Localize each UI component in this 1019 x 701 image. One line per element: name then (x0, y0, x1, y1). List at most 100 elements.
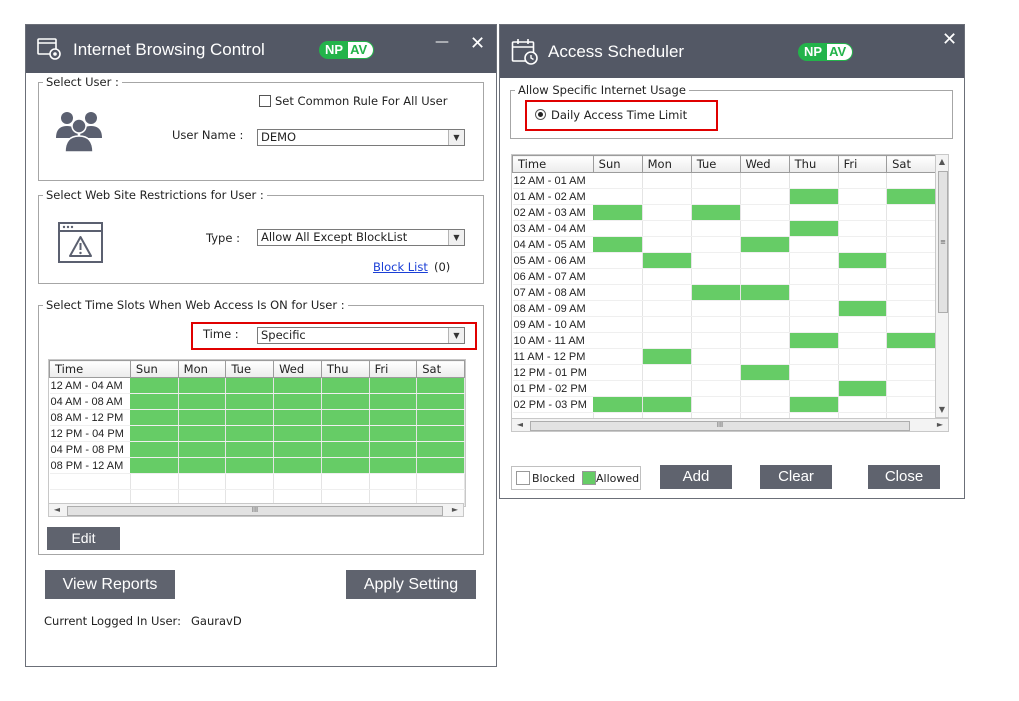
vertical-scrollbar[interactable]: ▲ ≡ ▼ (935, 154, 949, 418)
slot-cell-wed[interactable] (273, 457, 322, 474)
slot-cell-tue[interactable] (225, 409, 275, 426)
slot-cell-wed[interactable] (740, 236, 790, 253)
slot-cell-fri[interactable] (838, 396, 888, 413)
slot-cell-thu[interactable] (321, 425, 370, 442)
slot-cell-sat[interactable] (886, 300, 936, 317)
slot-cell-tue[interactable] (225, 393, 275, 410)
slot-cell-mon[interactable] (642, 236, 692, 253)
slot-cell-tue[interactable] (691, 172, 741, 189)
slot-cell-thu[interactable] (789, 220, 839, 237)
slot-cell-sat[interactable] (416, 393, 465, 410)
slot-cell-thu[interactable] (789, 204, 839, 221)
slot-cell-wed[interactable] (273, 393, 322, 410)
slot-cell-mon[interactable] (178, 457, 227, 474)
slot-cell-fri[interactable] (369, 409, 418, 426)
slot-cell-mon[interactable] (642, 396, 692, 413)
slot-cell-tue[interactable] (691, 236, 741, 253)
slot-cell-wed[interactable] (740, 204, 790, 221)
slot-cell-sat[interactable] (886, 380, 936, 397)
slot-cell-wed[interactable] (740, 316, 790, 333)
slot-cell-sun[interactable] (130, 377, 179, 394)
slot-cell-thu[interactable] (789, 300, 839, 317)
slot-cell-sun[interactable] (593, 332, 643, 349)
slot-cell-sat[interactable] (416, 425, 465, 442)
slot-cell-mon[interactable] (178, 425, 227, 442)
slot-cell-fri[interactable] (838, 172, 888, 189)
slot-cell-tue[interactable] (691, 300, 741, 317)
slot-cell-sun[interactable] (593, 188, 643, 205)
scroll-left-icon[interactable]: ◄ (51, 504, 63, 516)
slot-cell-fri[interactable] (838, 220, 888, 237)
slot-cell-fri[interactable] (838, 236, 888, 253)
slot-cell-sun[interactable] (593, 252, 643, 269)
horizontal-scrollbar[interactable]: ◄ III ► (48, 503, 464, 517)
slot-cell-wed[interactable] (740, 172, 790, 189)
slot-cell-sat[interactable] (416, 377, 465, 394)
common-rule-checkbox[interactable] (259, 95, 271, 107)
slot-cell-wed[interactable] (273, 409, 322, 426)
minimize-button[interactable]: — (435, 33, 449, 51)
slot-cell-fri[interactable] (369, 457, 418, 474)
slot-cell-tue[interactable] (691, 316, 741, 333)
slot-cell-sun[interactable] (593, 284, 643, 301)
slot-cell-mon[interactable] (642, 380, 692, 397)
scroll-left-icon[interactable]: ◄ (514, 419, 526, 431)
scroll-up-icon[interactable]: ▲ (936, 156, 948, 168)
scroll-right-icon[interactable]: ► (449, 504, 461, 516)
slot-cell-thu[interactable] (321, 377, 370, 394)
slot-cell-wed[interactable] (740, 284, 790, 301)
slot-cell-thu[interactable] (789, 252, 839, 269)
restriction-type-select[interactable]: Allow All Except BlockList ▼ (257, 229, 465, 246)
slot-cell-wed[interactable] (740, 380, 790, 397)
slot-cell-sun[interactable] (130, 441, 179, 458)
slot-cell-fri[interactable] (838, 268, 888, 285)
slot-cell-sun[interactable] (593, 316, 643, 333)
slot-cell-sat[interactable] (886, 348, 936, 365)
slot-cell-wed[interactable] (273, 441, 322, 458)
slot-cell-sun[interactable] (593, 300, 643, 317)
slot-cell-tue[interactable] (225, 457, 275, 474)
slot-cell-tue[interactable] (691, 204, 741, 221)
slot-cell-tue[interactable] (225, 425, 275, 442)
slot-cell-sat[interactable] (886, 172, 936, 189)
slot-cell-sun[interactable] (593, 348, 643, 365)
slot-cell-thu[interactable] (789, 236, 839, 253)
slot-cell-wed[interactable] (740, 348, 790, 365)
slot-cell-tue[interactable] (691, 380, 741, 397)
slot-cell-wed[interactable] (740, 364, 790, 381)
slot-cell-sun[interactable] (593, 172, 643, 189)
slot-cell-thu[interactable] (321, 409, 370, 426)
slot-cell-fri[interactable] (369, 377, 418, 394)
slot-cell-mon[interactable] (178, 441, 227, 458)
slot-cell-mon[interactable] (642, 284, 692, 301)
close-icon[interactable]: ✕ (470, 35, 485, 53)
slot-cell-sun[interactable] (593, 268, 643, 285)
slot-cell-sat[interactable] (886, 188, 936, 205)
slot-cell-fri[interactable] (369, 425, 418, 442)
slot-cell-fri[interactable] (838, 380, 888, 397)
slot-cell-wed[interactable] (740, 188, 790, 205)
slot-cell-thu[interactable] (789, 284, 839, 301)
slot-cell-mon[interactable] (642, 188, 692, 205)
scroll-down-icon[interactable]: ▼ (936, 404, 948, 416)
slot-cell-thu[interactable] (789, 188, 839, 205)
user-name-select[interactable]: DEMO ▼ (257, 129, 465, 146)
slot-cell-thu[interactable] (789, 364, 839, 381)
slot-cell-mon[interactable] (642, 172, 692, 189)
slot-cell-thu[interactable] (321, 441, 370, 458)
slot-cell-mon[interactable] (642, 364, 692, 381)
slot-cell-sat[interactable] (886, 396, 936, 413)
slot-cell-sun[interactable] (130, 409, 179, 426)
slot-cell-mon[interactable] (642, 348, 692, 365)
slot-cell-fri[interactable] (369, 441, 418, 458)
slot-cell-sun[interactable] (593, 396, 643, 413)
slot-cell-tue[interactable] (225, 377, 275, 394)
slot-cell-sun[interactable] (593, 204, 643, 221)
slot-cell-sat[interactable] (886, 204, 936, 221)
slot-cell-sat[interactable] (416, 457, 465, 474)
slot-cell-fri[interactable] (369, 393, 418, 410)
slot-cell-wed[interactable] (740, 332, 790, 349)
slot-cell-sat[interactable] (886, 316, 936, 333)
add-button[interactable]: Add (660, 465, 732, 489)
scroll-thumb[interactable]: III (530, 421, 910, 431)
